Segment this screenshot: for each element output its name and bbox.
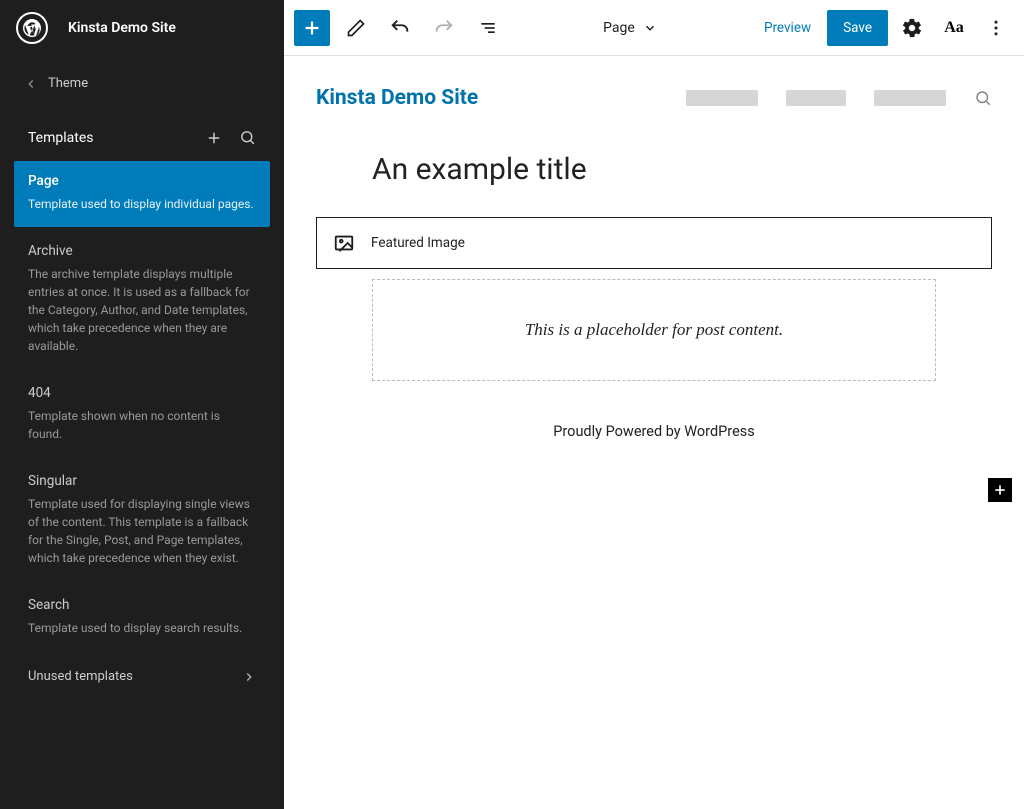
settings-button[interactable] xyxy=(894,10,930,46)
templates-section-header: Templates xyxy=(0,115,284,161)
template-desc: Template used for displaying single view… xyxy=(28,495,256,567)
more-menu-button[interactable] xyxy=(978,10,1014,46)
templates-label: Templates xyxy=(28,130,94,146)
template-item-404[interactable]: 404 Template shown when no content is fo… xyxy=(14,373,270,457)
insert-block-fab[interactable] xyxy=(988,478,1012,502)
template-item-singular[interactable]: Singular Template used for displaying si… xyxy=(14,461,270,581)
post-title-block[interactable]: An example title xyxy=(316,136,992,217)
redo-button[interactable] xyxy=(426,10,462,46)
template-title: Singular xyxy=(28,473,256,489)
save-button[interactable]: Save xyxy=(827,10,888,46)
template-desc: Template used to display search results. xyxy=(28,619,256,637)
document-type-label: Page xyxy=(603,20,635,36)
page-header-block[interactable]: Kinsta Demo Site xyxy=(316,80,992,136)
list-view-button[interactable] xyxy=(470,10,506,46)
template-list: Page Template used to display individual… xyxy=(0,161,284,655)
list-view-icon xyxy=(478,18,498,38)
undo-icon xyxy=(389,17,411,39)
template-item-archive[interactable]: Archive The archive template displays mu… xyxy=(14,231,270,369)
search-templates-icon[interactable] xyxy=(239,129,256,146)
chevron-right-icon xyxy=(242,670,256,684)
featured-image-icon xyxy=(333,232,355,254)
search-icon[interactable] xyxy=(974,89,992,107)
template-title: Archive xyxy=(28,243,256,259)
nav-item-placeholder[interactable] xyxy=(874,90,946,106)
edit-mode-button[interactable] xyxy=(338,10,374,46)
featured-image-label: Featured Image xyxy=(371,235,465,251)
template-title: 404 xyxy=(28,385,256,401)
template-desc: Template shown when no content is found. xyxy=(28,407,256,443)
navigation-placeholder[interactable] xyxy=(686,89,992,107)
sidebar: Kinsta Demo Site Theme Templates Page Te… xyxy=(0,0,284,809)
template-desc: Template used to display individual page… xyxy=(28,195,256,213)
add-block-button[interactable] xyxy=(294,10,330,46)
template-title: Page xyxy=(28,173,256,189)
footer-text[interactable]: Proudly Powered by WordPress xyxy=(316,405,992,440)
chevron-left-icon xyxy=(24,77,38,91)
editor-toolbar: Page Preview Save Aa xyxy=(284,0,1024,56)
preview-button[interactable]: Preview xyxy=(754,12,821,44)
plus-icon xyxy=(992,482,1008,498)
back-label: Theme xyxy=(48,76,88,91)
post-content-placeholder[interactable]: This is a placeholder for post content. xyxy=(372,279,936,381)
pencil-icon xyxy=(346,18,366,38)
add-template-icon[interactable] xyxy=(205,129,223,147)
redo-icon xyxy=(433,17,455,39)
unused-templates[interactable]: Unused templates xyxy=(0,655,284,698)
sidebar-header: Kinsta Demo Site xyxy=(0,0,284,56)
undo-button[interactable] xyxy=(382,10,418,46)
back-to-theme[interactable]: Theme xyxy=(0,56,284,115)
template-title: Search xyxy=(28,597,256,613)
sidebar-site-title[interactable]: Kinsta Demo Site xyxy=(68,20,176,36)
document-type-dropdown[interactable]: Page xyxy=(506,20,754,36)
canvas-site-title[interactable]: Kinsta Demo Site xyxy=(316,86,478,110)
gear-icon xyxy=(901,17,923,39)
more-vertical-icon xyxy=(986,18,1006,38)
template-item-search[interactable]: Search Template used to display search r… xyxy=(14,585,270,651)
template-item-page[interactable]: Page Template used to display individual… xyxy=(14,161,270,227)
nav-item-placeholder[interactable] xyxy=(786,90,846,106)
unused-templates-label: Unused templates xyxy=(28,669,133,684)
editor-canvas[interactable]: Kinsta Demo Site An example title Featur… xyxy=(284,56,1024,809)
template-desc: The archive template displays multiple e… xyxy=(28,265,256,355)
typography-button[interactable]: Aa xyxy=(936,19,972,37)
main-area: Page Preview Save Aa Kinsta Demo Site xyxy=(284,0,1024,809)
featured-image-block[interactable]: Featured Image xyxy=(316,217,992,269)
wordpress-logo-icon[interactable] xyxy=(16,12,48,44)
nav-item-placeholder[interactable] xyxy=(686,90,758,106)
chevron-down-icon xyxy=(643,21,657,35)
